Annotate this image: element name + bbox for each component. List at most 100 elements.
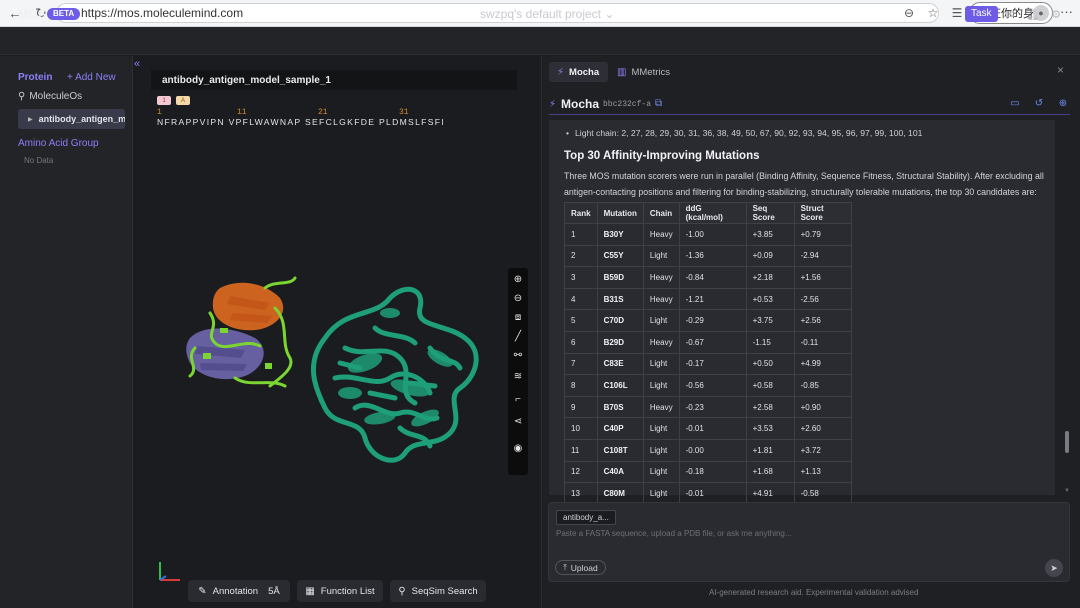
cell-mutation: B30Y	[596, 223, 644, 246]
cell-struct-score: +2.56	[793, 309, 852, 332]
pick-atoms-icon[interactable]: ⚯	[511, 348, 525, 362]
function-list-button[interactable]: ▦ Function List	[297, 580, 383, 602]
chat-scrollbar[interactable]	[1065, 431, 1069, 453]
cell-chain: Heavy	[642, 266, 680, 289]
upload-icon: ⤒	[563, 562, 567, 572]
scroll-down-icon[interactable]: ▼	[1064, 488, 1070, 494]
mmetrics-logo-icon: ▥	[617, 66, 627, 78]
cell-ddg: -0.23	[678, 395, 747, 419]
eye-icon[interactable]: ◉	[511, 441, 525, 455]
cell-mutation: C108T	[596, 438, 644, 462]
folder-icon[interactable]: ▭	[1009, 98, 1021, 109]
table-row: 9 B70S Heavy -0.23 +2.58 +0.90	[564, 395, 852, 419]
project-selector[interactable]: swzpq's default project ⌄	[480, 7, 614, 21]
no-data-text: No Data	[24, 156, 54, 165]
seq-position-1: 1	[157, 108, 162, 117]
gear-icon[interactable]: ⚙	[1049, 6, 1063, 22]
add-new-protein-button[interactable]: + Add New	[67, 72, 116, 83]
chain-tag-1[interactable]: 1	[157, 96, 171, 105]
cell-struct-score: +1.56	[793, 266, 852, 289]
send-icon: ➤	[1050, 562, 1058, 573]
cell-seq-score: +3.75	[745, 309, 795, 332]
header-divider	[549, 114, 1070, 115]
tab-mmetrics-label: MMetrics	[631, 66, 670, 78]
cell-chain: Light	[642, 352, 680, 376]
upload-button[interactable]: ⤒ Upload	[555, 560, 606, 575]
cell-mutation: C40P	[596, 417, 644, 440]
ruler-icon[interactable]: ⌐	[511, 392, 525, 406]
chain-tag-a[interactable]: A	[176, 96, 190, 105]
bell-icon[interactable]: 🔔︎	[1026, 6, 1040, 22]
surface-icon[interactable]: ≋	[511, 369, 525, 383]
cell-chain: Heavy	[642, 395, 680, 419]
mail-icon[interactable]: ✉	[1003, 6, 1017, 22]
cell-struct-score: -2.56	[793, 287, 852, 311]
seqsim-search-button[interactable]: ⚲ SeqSim Search	[390, 580, 486, 602]
pencil-icon: ✎	[198, 585, 207, 597]
cell-rank: 4	[564, 287, 598, 311]
expand-caret-icon[interactable]: ▶	[28, 116, 33, 123]
send-button[interactable]: ➤	[1045, 559, 1063, 577]
screenshot-icon[interactable]: ⧈	[511, 310, 525, 324]
col-ddg: ddG (kcal/mol)	[678, 202, 747, 224]
cell-rank: 12	[564, 460, 598, 484]
col-seq-score: Seq Score	[745, 202, 795, 224]
table-row: 2 C55Y Light -1.36 +0.09 -2.94	[564, 244, 852, 268]
table-row: 7 C83E Light -0.17 +0.50 +4.99	[564, 352, 852, 376]
chat-input[interactable]: Paste a FASTA sequence, upload a PDB fil…	[556, 529, 792, 538]
ai-disclaimer: AI-generated research aid. Experimental …	[709, 588, 919, 597]
cell-mutation: C106L	[596, 374, 644, 397]
cell-seq-score: +1.81	[745, 438, 795, 462]
measure-icon[interactable]: ╱	[511, 329, 525, 343]
amino-acid-group-label[interactable]: Amino Acid Group	[18, 138, 99, 149]
new-chat-icon[interactable]: ⊕	[1057, 98, 1069, 109]
cell-chain: Heavy	[642, 223, 680, 246]
seq-position-21: 21	[318, 108, 328, 117]
cell-seq-score: +2.58	[745, 395, 795, 419]
cell-seq-score: +1.68	[745, 460, 795, 484]
cell-struct-score: -2.94	[793, 244, 852, 268]
seq-position-31: 31	[399, 108, 409, 117]
history-icon[interactable]: ↺	[1033, 98, 1045, 109]
zoom-icon[interactable]: ⊖	[900, 4, 918, 22]
cell-seq-score: +4.91	[745, 482, 795, 505]
favorite-star-icon[interactable]: ☆	[924, 4, 942, 22]
zoom-out-icon[interactable]: ⊖	[511, 291, 525, 305]
table-header-row: Rank Mutation Chain ddG (kcal/mol) Seq S…	[564, 202, 852, 224]
cell-mutation: C40A	[596, 460, 644, 484]
mocha-logo-icon: ⚡	[549, 98, 557, 110]
sidebar-item-protein[interactable]: ▶ antibody_antigen_m...	[18, 109, 125, 129]
tab-mocha[interactable]: ⚡ Mocha	[549, 62, 608, 82]
protein-section-label: Protein	[18, 72, 53, 83]
cell-ddg: -0.00	[678, 438, 747, 462]
collapse-sidebar-icon[interactable]: «	[134, 58, 140, 70]
chat-input-area[interactable]	[548, 502, 1070, 582]
url-text: https://mos.moleculemind.com	[81, 6, 244, 20]
cell-ddg: -1.00	[678, 223, 747, 246]
cell-mutation: C70D	[596, 309, 644, 332]
close-panel-icon[interactable]: ×	[1057, 63, 1064, 77]
annotation-button[interactable]: ✎ Annotation 5Å	[188, 580, 290, 602]
search-placeholder: MoleculeOs	[29, 90, 83, 102]
annotation-label: Annotation	[212, 585, 259, 597]
context-chip[interactable]: antibody_a...	[556, 510, 616, 525]
share-icon[interactable]: ⋖	[511, 414, 525, 428]
task-button[interactable]: Task	[965, 6, 998, 22]
cell-chain: Light	[642, 309, 680, 332]
cell-rank: 8	[564, 374, 598, 397]
protein-structure-render[interactable]	[175, 268, 505, 478]
sequence-residues[interactable]: NFRAPPVIPN VPFLWAWNAP SEFCLGKFDE PLDMSLF…	[157, 117, 445, 127]
cell-rank: 10	[564, 417, 598, 440]
tab-mmetrics[interactable]: ▥ MMetrics	[617, 62, 670, 82]
favorites-list-icon[interactable]: ☰	[948, 4, 966, 22]
molecule-search-input[interactable]: ⚲ MoleculeOs	[18, 88, 125, 104]
light-chain-positions: Light chain: 2, 27, 28, 29, 30, 31, 36, …	[566, 128, 922, 138]
heavy-chain-orange	[212, 282, 284, 331]
cell-rank: 7	[564, 352, 598, 376]
zoom-in-icon[interactable]: ⊕	[511, 272, 525, 286]
copy-icon[interactable]: ⧉	[655, 98, 662, 109]
model-name: antibody_antigen_model_sample_1	[151, 70, 517, 90]
cell-ddg: -0.56	[678, 374, 747, 397]
cell-seq-score: +0.53	[745, 287, 795, 311]
cell-rank: 9	[564, 395, 598, 419]
